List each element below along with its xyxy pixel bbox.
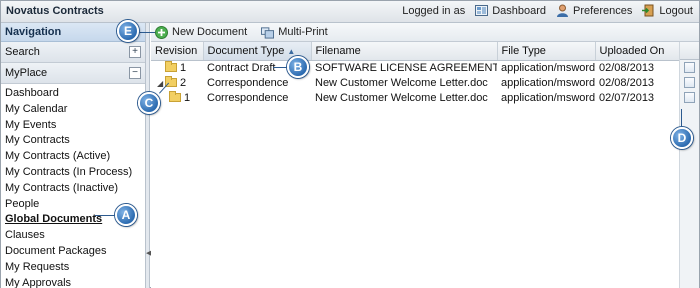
folder-icon (169, 90, 181, 102)
callout-c: C (138, 92, 160, 114)
preferences-link[interactable]: Preferences (556, 4, 632, 17)
revision-number: 1 (180, 61, 187, 74)
nav-item-my-contracts[interactable]: My Contracts (5, 133, 145, 149)
navigation-panel: Navigation Search + MyPlace − Dashboard … (1, 23, 146, 288)
filename-cell[interactable]: New Customer Welcome Letter.doc (311, 90, 497, 105)
revision-cell: 1 (151, 60, 203, 75)
action-column-header (680, 42, 699, 60)
column-header-uploaded-on[interactable]: Uploaded On (595, 42, 680, 61)
dashboard-link-label: Dashboard (492, 4, 547, 17)
nav-item-my-contracts-active[interactable]: My Contracts (Active) (5, 149, 145, 165)
callout-e: E (117, 20, 139, 42)
row-action[interactable] (680, 90, 699, 105)
folder-icon (165, 60, 177, 72)
file-type-cell: application/msword (501, 76, 595, 89)
columns-icon[interactable] (684, 77, 695, 88)
nav-item-my-events[interactable]: My Events (5, 118, 145, 134)
logout-icon (642, 4, 654, 17)
columns-icon[interactable] (684, 62, 695, 73)
logout-link-label: Logout (659, 4, 693, 17)
callout-a: A (115, 204, 137, 226)
uploaded-on-cell: 02/08/2013 (599, 76, 655, 89)
nav-item-dashboard[interactable]: Dashboard (5, 86, 145, 102)
columns-icon[interactable] (684, 92, 695, 103)
panel-splitter[interactable]: ◀ (146, 23, 151, 288)
table-row[interactable]: 1 Correspondence New Customer Welcome Le… (151, 90, 679, 105)
file-type-cell: application/msword (501, 61, 595, 74)
search-section[interactable]: Search + (1, 42, 145, 63)
table-row[interactable]: ◢ 2 Correspondence New Customer Welcome L… (151, 75, 679, 90)
uploaded-on-cell: 02/07/2013 (599, 91, 655, 104)
nav-item-my-contracts-inactive[interactable]: My Contracts (Inactive) (5, 181, 145, 197)
table-header-row: Revision Document Type ▲ Filename File T… (151, 42, 680, 61)
dashboard-icon (475, 5, 489, 16)
collapse-icon[interactable]: − (129, 67, 141, 79)
nav-item-my-calendar[interactable]: My Calendar (5, 102, 145, 118)
filename-cell[interactable]: New Customer Welcome Letter.doc (311, 75, 497, 90)
row-action[interactable] (680, 60, 699, 75)
revision-number: 1 (184, 91, 191, 104)
multi-print-label: Multi-Print (278, 26, 328, 38)
callout-b: B (287, 56, 309, 78)
search-section-label: Search (5, 46, 40, 58)
uploaded-on-cell: 02/08/2013 (599, 61, 655, 74)
documents-toolbar: New Document Multi-Print (151, 23, 699, 42)
callout-a-leader (95, 215, 117, 216)
callout-d-leader (681, 109, 682, 127)
nav-item-my-contracts-in-process[interactable]: My Contracts (In Process) (5, 165, 145, 181)
myplace-list: Dashboard My Calendar My Events My Contr… (1, 84, 145, 288)
column-header-revision[interactable]: Revision (151, 42, 204, 61)
app-window: Novatus Contracts Logged in as Dashboard… (0, 0, 700, 288)
callout-e-leader (137, 32, 155, 33)
filename-cell[interactable]: SOFTWARE LICENSE AGREEMENT.docx (311, 60, 497, 75)
nav-item-clauses[interactable]: Clauses (5, 228, 145, 244)
add-icon (155, 25, 168, 39)
nav-item-my-requests[interactable]: My Requests (5, 260, 145, 276)
column-header-document-type-label: Document Type (207, 44, 285, 57)
column-header-file-type[interactable]: File Type (497, 42, 596, 61)
new-document-button[interactable]: New Document (155, 25, 248, 39)
nav-item-document-packages[interactable]: Document Packages (5, 244, 145, 260)
multi-print-button[interactable]: Multi-Print (261, 26, 328, 39)
row-action[interactable] (680, 75, 699, 90)
new-document-label: New Document (172, 26, 248, 38)
user-menu: Logged in as Dashboard Preferences Logou… (402, 4, 693, 17)
dashboard-link[interactable]: Dashboard (475, 4, 546, 17)
expand-icon[interactable]: + (129, 46, 141, 58)
preferences-link-label: Preferences (573, 4, 633, 17)
logged-in-label: Logged in as (402, 4, 466, 17)
table-row[interactable]: 1 Contract Draft SOFTWARE LICENSE AGREEM… (151, 60, 679, 75)
file-type-cell: application/msword (501, 91, 595, 104)
documents-panel: New Document Multi-Print Revision Docume… (151, 23, 699, 288)
document-type-cell: Correspondence (207, 91, 289, 104)
app-title: Novatus Contracts (6, 5, 104, 17)
top-bar: Novatus Contracts Logged in as Dashboard… (1, 1, 699, 23)
revision-cell: ◢ 2 (151, 75, 203, 90)
user-icon (557, 4, 569, 17)
revision-number: 2 (180, 76, 187, 89)
documents-table: Revision Document Type ▲ Filename File T… (151, 42, 680, 105)
column-header-filename[interactable]: Filename (311, 42, 498, 61)
action-column (679, 42, 699, 288)
myplace-section-label: MyPlace (5, 67, 48, 79)
nav-item-my-approvals[interactable]: My Approvals (5, 276, 145, 288)
callout-d: D (671, 127, 693, 149)
myplace-section[interactable]: MyPlace − (1, 63, 145, 84)
logout-link[interactable]: Logout (642, 4, 693, 17)
multi-print-icon (261, 26, 275, 39)
sort-ascending-icon: ▲ (287, 46, 296, 56)
